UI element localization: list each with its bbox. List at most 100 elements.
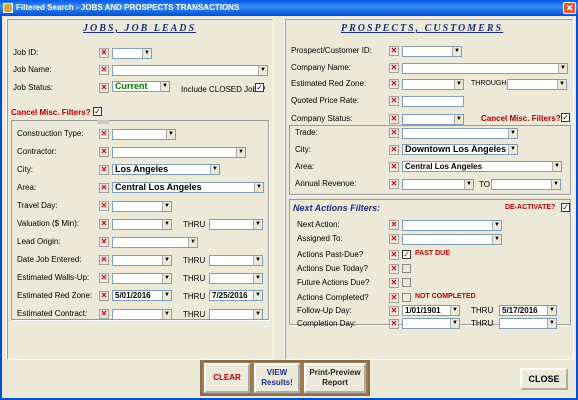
chevron-down-icon: ▼ (160, 82, 169, 91)
window-title: Filtered Search - JOBS AND PROSPECTS TRA… (16, 3, 240, 12)
job-status-clear-icon[interactable]: ✕ (99, 83, 109, 93)
contractor-clear-icon[interactable]: ✕ (99, 147, 109, 157)
include-closed-checkbox[interactable]: ✓ (255, 83, 264, 92)
red-zone-to-dropdown[interactable]: 7/25/2016 ▼ (209, 290, 263, 301)
follow-up-to-dropdown[interactable]: 5/17/2016 ▼ (499, 305, 557, 316)
construction-type-clear-icon[interactable]: ✕ (99, 129, 109, 139)
walls-up-from-dropdown[interactable]: ▼ (112, 273, 172, 284)
prospect-red-zone-clear-icon[interactable]: ✕ (389, 79, 399, 89)
company-name-dropdown[interactable]: ▼ (402, 63, 568, 74)
jobs-cancel-misc-checkbox[interactable]: ✓ (93, 107, 102, 116)
prospect-id-dropdown[interactable]: ▼ (402, 46, 462, 57)
city-clear-icon[interactable]: ✕ (99, 165, 109, 175)
lead-origin-dropdown[interactable]: ▼ (112, 237, 198, 248)
chevron-down-icon: ▼ (492, 221, 501, 230)
annual-revenue-clear-icon[interactable]: ✕ (389, 179, 399, 189)
lead-origin-clear-icon[interactable]: ✕ (99, 237, 109, 247)
est-contract-clear-icon[interactable]: ✕ (99, 309, 109, 319)
area-clear-icon[interactable]: ✕ (99, 183, 109, 193)
job-status-dropdown[interactable]: Current ▼ (112, 81, 170, 92)
prospect-id-clear-icon[interactable]: ✕ (389, 46, 399, 56)
lead-origin-label: Lead Origin: (17, 237, 61, 246)
assigned-to-dropdown[interactable]: ▼ (402, 234, 502, 245)
jobs-cancel-misc-label: Cancel Misc. Filters? (11, 108, 91, 117)
next-action-dropdown[interactable]: ▼ (402, 220, 502, 231)
completed-clear-icon[interactable]: ✕ (389, 293, 399, 303)
chevron-down-icon: ▼ (162, 220, 171, 229)
date-entered-from-dropdown[interactable]: ▼ (112, 255, 172, 266)
assigned-to-clear-icon[interactable]: ✕ (389, 234, 399, 244)
company-status-dropdown[interactable]: ▼ (402, 114, 464, 125)
company-status-clear-icon[interactable]: ✕ (389, 114, 399, 124)
walls-up-to-dropdown[interactable]: ▼ (209, 273, 263, 284)
chevron-down-icon: ▼ (253, 310, 262, 319)
job-name-dropdown[interactable]: ▼ (112, 65, 268, 76)
est-contract-thru-label: THRU (183, 310, 206, 319)
deactivate-checkbox[interactable]: ✓ (561, 203, 570, 212)
trade-clear-icon[interactable]: ✕ (389, 128, 399, 138)
due-today-label: Actions Due Today? (297, 264, 369, 273)
completion-day-to-dropdown[interactable]: ▼ (499, 318, 557, 329)
prospect-city-dropdown[interactable]: Downtown Los Angeles ▼ (402, 144, 518, 155)
chevron-down-icon: ▼ (236, 148, 245, 157)
est-contract-from-dropdown[interactable]: ▼ (112, 309, 172, 320)
prospect-area-dropdown[interactable]: Central Los Angeles ▼ (402, 161, 562, 172)
date-entered-clear-icon[interactable]: ✕ (99, 255, 109, 265)
walls-up-clear-icon[interactable]: ✕ (99, 273, 109, 283)
construction-type-dropdown[interactable]: ▼ (112, 129, 176, 140)
travel-day-dropdown[interactable]: ▼ (112, 201, 172, 212)
est-contract-label: Estimated Contract: (17, 309, 88, 318)
chevron-down-icon: ▼ (551, 180, 560, 189)
valuation-min-dropdown[interactable]: ▼ (112, 219, 172, 230)
area-dropdown[interactable]: Central Los Angeles ▼ (112, 182, 264, 193)
close-button[interactable]: CLOSE (520, 368, 568, 390)
clear-button[interactable]: CLEAR (204, 363, 250, 393)
prospect-city-clear-icon[interactable]: ✕ (389, 145, 399, 155)
valuation-clear-icon[interactable]: ✕ (99, 219, 109, 229)
red-zone-from-dropdown[interactable]: 5/01/2016 ▼ (112, 290, 172, 301)
follow-up-clear-icon[interactable]: ✕ (389, 306, 399, 316)
next-action-clear-icon[interactable]: ✕ (389, 220, 399, 230)
chevron-down-icon: ▼ (547, 319, 556, 328)
job-id-clear-icon[interactable]: ✕ (99, 48, 109, 58)
trade-dropdown[interactable]: ▼ (402, 128, 518, 139)
annual-revenue-from-dropdown[interactable]: ▼ (402, 179, 474, 190)
completed-checkbox[interactable] (402, 293, 411, 302)
due-today-checkbox[interactable] (402, 264, 411, 273)
window-body: JOBS, JOB LEADS Job ID: ✕ ▼ Job Name: ✕ … (0, 16, 578, 400)
valuation-max-dropdown[interactable]: ▼ (209, 219, 263, 230)
prospect-city-value: Downtown Los Angeles (405, 144, 507, 154)
view-results-button[interactable]: VIEW Results! (254, 363, 300, 393)
prospect-red-zone-to-dropdown[interactable]: ▼ (507, 79, 567, 90)
area-value: Central Los Angeles (115, 182, 202, 192)
future-due-clear-icon[interactable]: ✕ (389, 278, 399, 288)
prospect-area-label: Area: (295, 162, 315, 171)
past-due-clear-icon[interactable]: ✕ (389, 250, 399, 260)
date-entered-to-dropdown[interactable]: ▼ (209, 255, 263, 266)
past-due-checkbox[interactable]: ✓ (402, 250, 411, 259)
travel-day-clear-icon[interactable]: ✕ (99, 201, 109, 211)
due-today-clear-icon[interactable]: ✕ (389, 264, 399, 274)
prospect-area-clear-icon[interactable]: ✕ (389, 162, 399, 172)
print-preview-button[interactable]: Print-Preview Report (304, 363, 366, 393)
red-zone-clear-icon[interactable]: ✕ (99, 291, 109, 301)
window-close-button[interactable]: ✕ (563, 2, 576, 14)
completion-day-from-dropdown[interactable]: ▼ (402, 318, 460, 329)
city-dropdown[interactable]: Los Angeles ▼ (112, 164, 220, 175)
follow-up-label: Follow-Up Day: (297, 306, 352, 315)
follow-up-from-dropdown[interactable]: 1/01/1901 ▼ (402, 305, 460, 316)
prospects-panel: PROSPECTS, CUSTOMERS Prospect/Customer I… (284, 18, 574, 360)
prospects-cancel-misc-checkbox[interactable]: ✓ (561, 113, 570, 122)
company-name-clear-icon[interactable]: ✕ (389, 63, 399, 73)
quoted-price-field[interactable] (402, 96, 464, 107)
future-due-checkbox[interactable] (402, 278, 411, 287)
job-id-dropdown[interactable]: ▼ (112, 48, 152, 59)
prospect-red-zone-from-dropdown[interactable]: ▼ (402, 79, 464, 90)
job-name-clear-icon[interactable]: ✕ (99, 65, 109, 75)
next-action-label: Next Action: (297, 220, 340, 229)
annual-revenue-to-dropdown[interactable]: ▼ (491, 179, 561, 190)
contractor-dropdown[interactable]: ▼ (112, 147, 246, 158)
est-contract-to-dropdown[interactable]: ▼ (209, 309, 263, 320)
quoted-price-clear-icon[interactable]: ✕ (389, 96, 399, 106)
completion-day-clear-icon[interactable]: ✕ (389, 319, 399, 329)
